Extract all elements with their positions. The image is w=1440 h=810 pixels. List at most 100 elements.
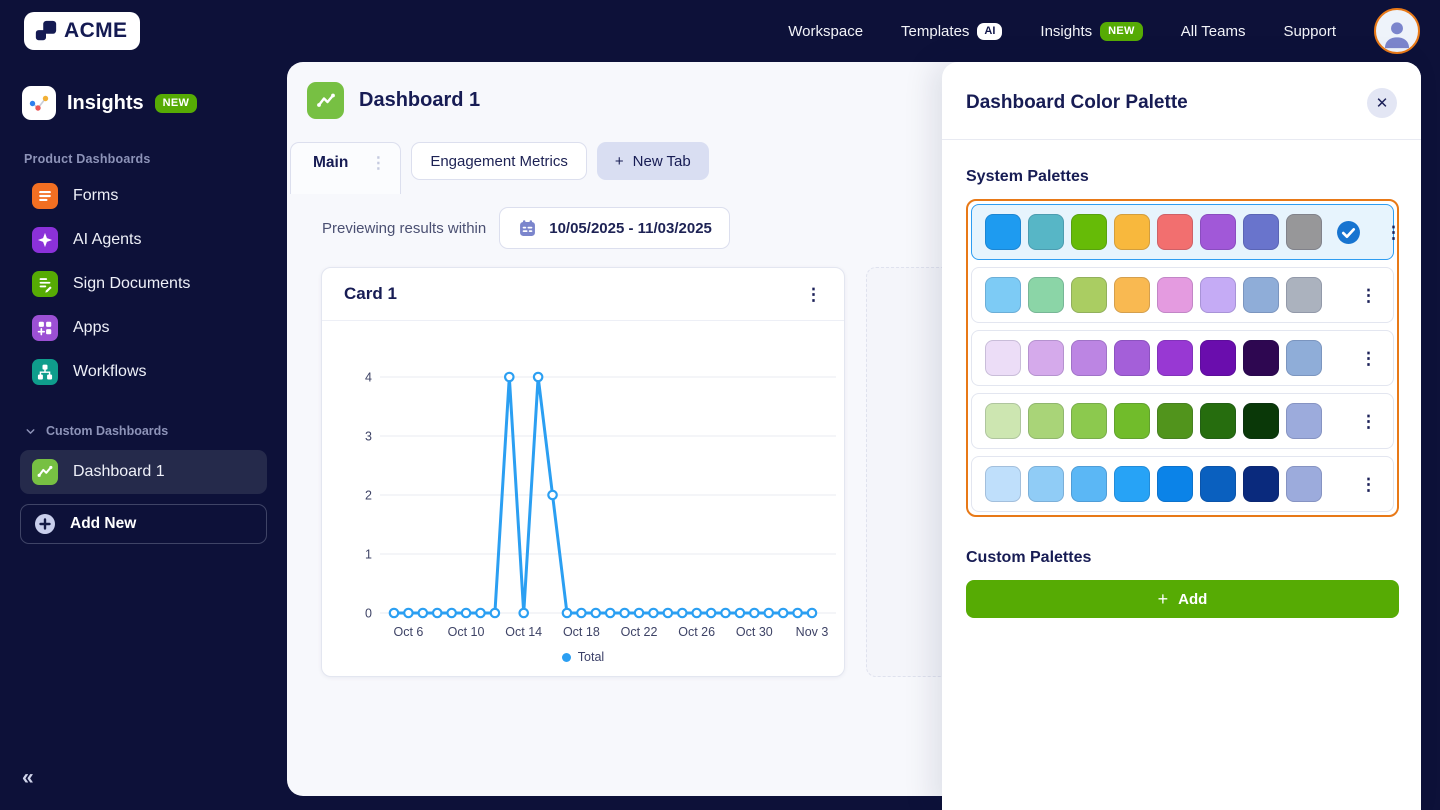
plus-circle-icon: [33, 512, 57, 536]
sidebar-item-label: Forms: [73, 187, 119, 204]
color-swatch[interactable]: [1071, 214, 1107, 250]
svg-text:4: 4: [365, 371, 372, 385]
color-swatch[interactable]: [1028, 403, 1064, 439]
color-swatch[interactable]: [1286, 403, 1322, 439]
nav-item-workspace[interactable]: Workspace: [788, 23, 863, 40]
acme-logo-text: ACME: [64, 19, 128, 42]
sidebar-item-apps[interactable]: Apps: [20, 306, 267, 350]
color-swatch[interactable]: [1157, 277, 1193, 313]
sidebar-item-forms[interactable]: Forms: [20, 174, 267, 218]
color-swatch[interactable]: [1243, 340, 1279, 376]
svg-text:Nov 3: Nov 3: [796, 625, 829, 639]
color-swatch[interactable]: [1028, 340, 1064, 376]
close-icon[interactable]: ✕: [1367, 88, 1397, 118]
nav-item-insights[interactable]: Insights NEW: [1040, 21, 1143, 41]
acme-logo[interactable]: ACME: [24, 12, 141, 50]
card-menu-icon[interactable]: ⋮: [805, 286, 822, 303]
svg-text:0: 0: [365, 607, 372, 621]
color-swatch[interactable]: [1243, 466, 1279, 502]
sidebar-item-label: Sign Documents: [73, 275, 191, 292]
color-swatch[interactable]: [1114, 214, 1150, 250]
sidebar-item-dashboard-1[interactable]: Dashboard 1: [20, 450, 267, 494]
nav-item-support[interactable]: Support: [1283, 23, 1336, 40]
date-range-picker[interactable]: 10/05/2025 - 11/03/2025: [499, 207, 730, 249]
color-swatch[interactable]: [1157, 340, 1193, 376]
tab-main[interactable]: Main ⋮: [290, 142, 402, 194]
color-swatch[interactable]: [1243, 214, 1279, 250]
palette-menu-icon[interactable]: ⋮: [1360, 287, 1377, 304]
color-swatch[interactable]: [1114, 466, 1150, 502]
color-palette-panel: Dashboard Color Palette ✕ System Palette…: [942, 62, 1421, 810]
palette-menu-icon[interactable]: ⋮: [1360, 350, 1377, 367]
custom-dashboards-header[interactable]: Custom Dashboards: [24, 424, 267, 438]
color-swatch[interactable]: [1200, 466, 1236, 502]
color-swatch[interactable]: [1071, 403, 1107, 439]
palette-row-2[interactable]: ⋮: [971, 267, 1394, 323]
dashboard-icon: [32, 459, 58, 485]
collapse-sidebar-icon[interactable]: «: [22, 766, 34, 790]
panel-title: Dashboard Color Palette: [966, 92, 1188, 113]
svg-text:1: 1: [365, 548, 372, 562]
color-swatch[interactable]: [1157, 403, 1193, 439]
calendar-icon: [520, 219, 536, 236]
palette-row-4[interactable]: ⋮: [971, 393, 1394, 449]
color-swatch[interactable]: [985, 466, 1021, 502]
date-range-value: 10/05/2025 - 11/03/2025: [549, 219, 712, 237]
color-swatch[interactable]: [1200, 277, 1236, 313]
color-swatch[interactable]: [1071, 340, 1107, 376]
nav-item-templates[interactable]: Templates AI: [901, 22, 1003, 40]
sidebar-item-label: Dashboard 1: [73, 463, 165, 480]
color-swatch[interactable]: [985, 214, 1021, 250]
color-swatch[interactable]: [1071, 277, 1107, 313]
color-swatch[interactable]: [1114, 403, 1150, 439]
sidebar-item-ai-agents[interactable]: AI Agents: [20, 218, 267, 262]
new-tab-button[interactable]: + New Tab: [596, 142, 709, 180]
color-swatch[interactable]: [1286, 214, 1322, 250]
color-swatch[interactable]: [1114, 340, 1150, 376]
tab-menu-icon[interactable]: ⋮: [370, 153, 386, 173]
palette-row-1[interactable]: ⋮: [971, 204, 1402, 260]
sidebar-item-sign-documents[interactable]: Sign Documents: [20, 262, 267, 306]
color-swatch[interactable]: [1028, 466, 1064, 502]
color-swatch[interactable]: [1200, 403, 1236, 439]
color-swatch[interactable]: [985, 277, 1021, 313]
add-new-dashboard-button[interactable]: Add New: [20, 504, 267, 544]
svg-text:Oct 10: Oct 10: [448, 625, 485, 639]
person-icon: [1384, 22, 1410, 49]
preview-label: Previewing results within: [322, 219, 487, 237]
color-swatch[interactable]: [1157, 466, 1193, 502]
sidebar-item-label: Workflows: [73, 363, 147, 380]
color-swatch[interactable]: [985, 403, 1021, 439]
color-swatch[interactable]: [1243, 277, 1279, 313]
palette-row-5[interactable]: ⋮: [971, 456, 1394, 512]
palette-menu-icon[interactable]: ⋮: [1385, 224, 1402, 241]
color-swatch[interactable]: [1243, 403, 1279, 439]
color-swatch[interactable]: [1200, 340, 1236, 376]
forms-icon: [32, 183, 58, 209]
sidebar-app-row: Insights NEW: [20, 86, 267, 120]
color-swatch[interactable]: [985, 340, 1021, 376]
dashboard-header: Dashboard 1: [307, 82, 480, 119]
tab-engagement-metrics-label: Engagement Metrics: [430, 152, 568, 170]
palette-menu-icon[interactable]: ⋮: [1360, 413, 1377, 430]
panel-body: System Palettes ⋮ ⋮ ⋮ ⋮ ⋮ Custom Palettes + …: [942, 140, 1421, 618]
user-avatar[interactable]: [1374, 8, 1420, 54]
color-swatch[interactable]: [1114, 277, 1150, 313]
color-swatch[interactable]: [1286, 340, 1322, 376]
add-palette-button[interactable]: + Add: [966, 580, 1399, 618]
color-swatch[interactable]: [1157, 214, 1193, 250]
apps-icon: [32, 315, 58, 341]
color-swatch[interactable]: [1286, 277, 1322, 313]
product-dashboards-label: Product Dashboards: [24, 152, 151, 166]
color-swatch[interactable]: [1071, 466, 1107, 502]
nav-item-all-teams[interactable]: All Teams: [1181, 23, 1246, 40]
color-swatch[interactable]: [1286, 466, 1322, 502]
palette-row-3[interactable]: ⋮: [971, 330, 1394, 386]
color-swatch[interactable]: [1028, 277, 1064, 313]
palette-menu-icon[interactable]: ⋮: [1360, 476, 1377, 493]
sidebar-item-workflows[interactable]: Workflows: [20, 350, 267, 394]
svg-text:Oct 14: Oct 14: [505, 625, 542, 639]
color-swatch[interactable]: [1028, 214, 1064, 250]
color-swatch[interactable]: [1200, 214, 1236, 250]
tab-engagement-metrics[interactable]: Engagement Metrics: [411, 142, 587, 180]
